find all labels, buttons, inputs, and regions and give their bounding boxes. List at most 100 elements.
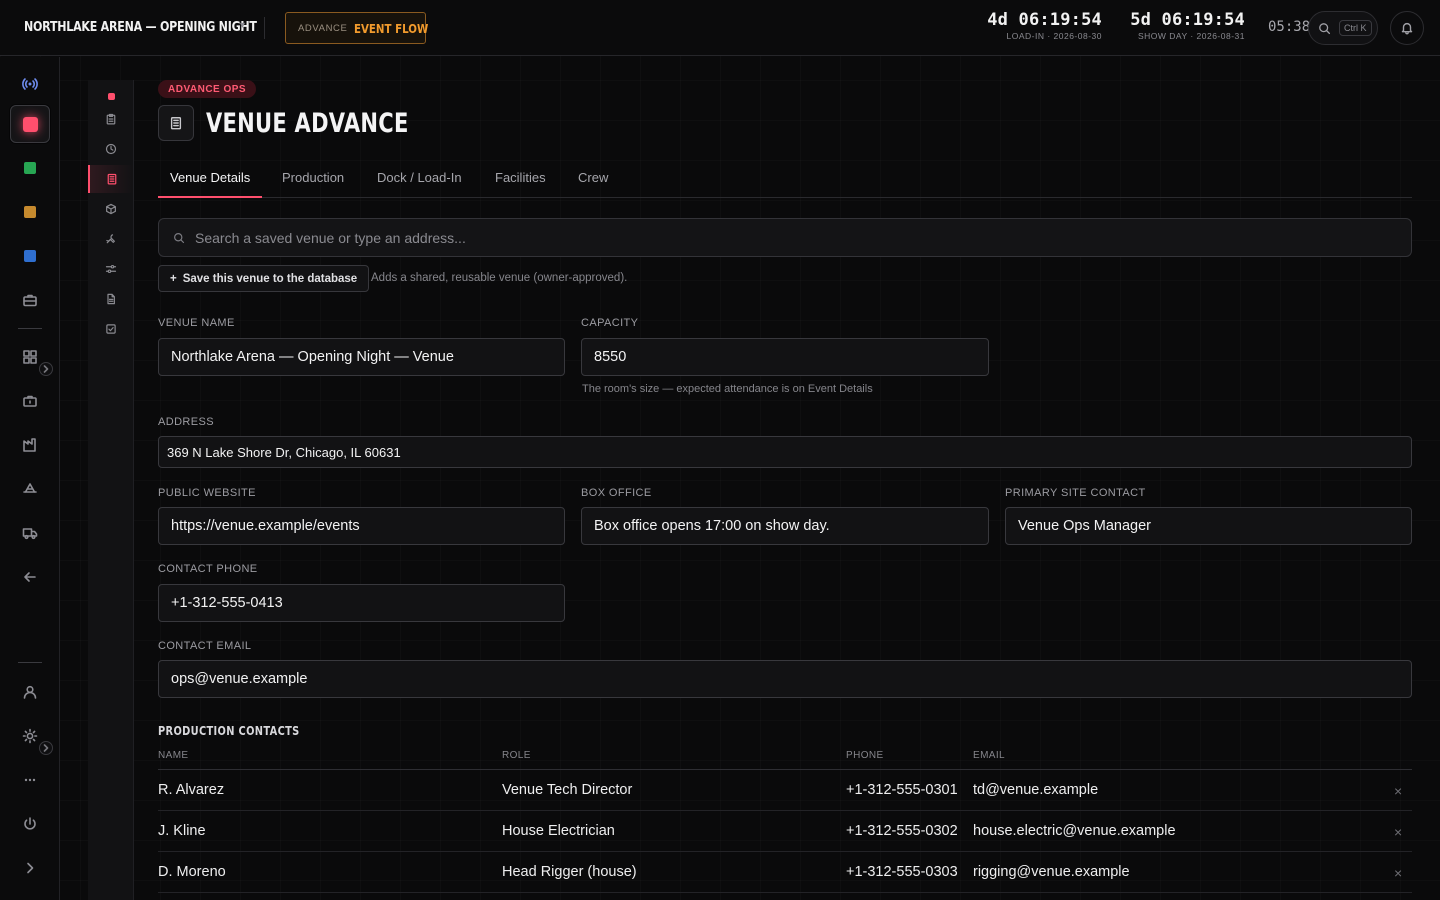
contact-phone[interactable]: +1-312-555-0301 [846,782,958,798]
clipboard-icon [106,113,116,125]
save-venue-label: Save this venue to the database [182,272,358,285]
search-icon [1319,22,1331,34]
contact-name[interactable]: R. Alvarez [158,782,224,798]
box-icon [106,203,116,215]
divider [264,17,265,39]
tab-production[interactable]: Production [282,170,344,198]
subnav-settings[interactable] [88,255,134,283]
table-row: R. Alvarez Venue Tech Director +1-312-55… [158,770,1412,811]
search-icon [174,232,185,243]
venue-search-field[interactable] [158,218,1412,257]
rail-briefcase-button[interactable] [10,282,50,318]
document-icon [107,293,115,305]
subnav-documents[interactable] [88,285,134,313]
contact-name[interactable]: D. Moreno [158,864,226,880]
table-row: J. Kline House Electrician +1-312-555-03… [158,811,1412,852]
contact-role[interactable]: Venue Tech Director [502,782,632,798]
tab-dock-load-in[interactable]: Dock / Load-In [377,170,462,198]
contact-phone-field[interactable]: +1-312-555-0413 [158,584,565,622]
contacts-table-header: NAME ROLE PHONE EMAIL [158,750,1412,770]
venue-name-label: VENUE NAME [158,317,235,329]
sun-icon [22,728,38,744]
event-flow-button[interactable]: ADVANCE EVENT FLOW [285,12,429,44]
site-contact-field[interactable]: Venue Ops Manager [1005,507,1412,545]
subnav-tools[interactable] [88,225,134,253]
save-venue-hint: Adds a shared, reusable venue (owner-app… [371,272,628,284]
contact-email-label: CONTACT EMAIL [158,640,252,652]
rail-stage-button[interactable] [10,470,50,506]
page-title: VENUE ADVANCE [206,108,409,139]
contact-role[interactable]: Head Rigger (house) [502,864,637,880]
subnav-venue[interactable] [88,165,134,193]
rail-trucking-button[interactable] [10,515,50,551]
stage-icon [23,483,37,493]
notifications-button[interactable] [1390,11,1424,45]
website-field[interactable]: https://venue.example/events [158,507,565,545]
tab-venue-details[interactable]: Venue Details [158,170,263,198]
power-icon [24,817,36,830]
contact-phone[interactable]: +1-312-555-0302 [846,823,958,839]
rail-workspace-green[interactable] [10,150,50,186]
subnav-overview[interactable] [88,105,134,133]
remove-contact-icon[interactable]: × [1394,824,1402,840]
rail-expand-button[interactable] [10,850,50,886]
rail-workspace-amber[interactable] [10,194,50,230]
subnav-checklist[interactable] [88,315,134,343]
contact-name[interactable]: J. Kline [158,823,206,839]
venue-search-input[interactable] [195,229,1375,246]
column-role: ROLE [502,750,531,761]
column-phone: PHONE [846,750,884,761]
more-icon [24,778,36,782]
rail-back-button[interactable] [10,559,50,595]
rail-more-button[interactable] [10,762,50,798]
suitcase-icon [23,395,37,407]
countdown-show-day: 5d 06:19:54 SHOW DAY · 2026-08-31 [1114,10,1245,41]
rail-divider [18,328,42,329]
expand-icon [27,862,34,874]
address-field[interactable]: 369 N Lake Shore Dr, Chicago, IL 60631 [158,436,1412,468]
tab-facilities[interactable]: Facilities [495,170,546,198]
remove-contact-icon[interactable]: × [1394,865,1402,881]
countdown-label: SHOW DAY · 2026-08-31 [1137,31,1245,41]
building-icon [170,117,182,130]
box-office-field[interactable]: Box office opens 17:00 on show day. [581,507,989,545]
remove-contact-icon[interactable]: × [1394,783,1402,799]
event-dropdown-icon[interactable]: ▾ [240,20,245,31]
rail-divider [18,662,42,663]
rail-analytics-button[interactable] [10,427,50,463]
table-row: D. Moreno Head Rigger (house) +1-312-555… [158,852,1412,893]
rail-workspace-blue[interactable] [10,238,50,274]
capacity-field[interactable]: 8550 [581,338,989,376]
save-venue-button[interactable]: + Save this venue to the database [158,265,370,292]
subnav-inventory[interactable] [88,195,134,223]
chevron-right-icon[interactable] [39,362,53,376]
contact-email[interactable]: house.electric@venue.example [973,823,1176,839]
tab-crew[interactable]: Crew [578,170,608,198]
contact-role[interactable]: House Electrician [502,823,615,839]
venue-tabs: Venue Details Production Dock / Load-In … [158,160,1412,198]
bell-icon [1401,22,1413,35]
contact-email[interactable]: rigging@venue.example [973,864,1130,880]
contact-phone[interactable]: +1-312-555-0303 [846,864,958,880]
venue-name-field[interactable]: Northlake Arena — Opening Night — Venue [158,338,565,376]
chevron-right-icon[interactable] [39,741,53,755]
top-bar: NORTHLAKE ARENA — OPENING NIGHT ▾ ADVANC… [0,0,1440,56]
rail-suitcase-button[interactable] [10,383,50,419]
amber-workspace-swatch [24,206,36,218]
keyboard-shortcut: Ctrl K [1339,20,1372,36]
command-search-button[interactable]: Ctrl K [1308,11,1378,45]
column-email: EMAIL [973,750,1006,761]
subnav-schedule[interactable] [88,135,134,163]
left-rail [0,57,60,900]
factory-icon [23,438,36,452]
event-title[interactable]: NORTHLAKE ARENA — OPENING NIGHT [24,19,257,35]
truck-icon [22,528,38,540]
plus-icon: + [170,272,177,285]
website-label: PUBLIC WEBSITE [158,487,256,499]
contact-email[interactable]: td@venue.example [973,782,1098,798]
rail-profile-button[interactable] [10,674,50,710]
rail-live-button[interactable] [10,66,50,102]
contact-email-field[interactable]: ops@venue.example [158,660,1412,698]
rail-workspace-red[interactable] [10,105,50,143]
rail-logout-button[interactable] [10,806,50,842]
